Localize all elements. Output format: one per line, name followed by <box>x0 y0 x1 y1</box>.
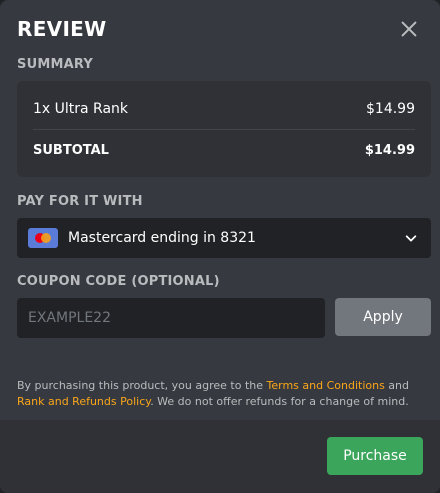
summary-box: 1x Ultra Rank $14.99 SUBTOTAL $14.99 <box>17 81 431 177</box>
review-modal: REVIEW SUMMARY 1x Ultra Rank $14.99 SUBT… <box>0 0 440 493</box>
subtotal-row: SUBTOTAL $14.99 <box>33 139 415 161</box>
purchase-button[interactable]: Purchase <box>327 437 423 475</box>
subtotal-label: SUBTOTAL <box>33 142 109 158</box>
payment-method-select[interactable]: Mastercard ending in 8321 <box>17 218 431 258</box>
close-icon <box>401 21 417 37</box>
coupon-label: COUPON CODE (OPTIONAL) <box>17 274 220 289</box>
summary-label: SUMMARY <box>17 57 93 72</box>
apply-button[interactable]: Apply <box>335 298 431 336</box>
summary-item-row: 1x Ultra Rank $14.99 <box>33 98 415 120</box>
close-button[interactable] <box>398 18 420 40</box>
modal-footer: Purchase <box>0 420 440 493</box>
modal-header: REVIEW <box>17 16 424 42</box>
modal-title: REVIEW <box>17 17 107 41</box>
subtotal-value: $14.99 <box>364 142 415 158</box>
payment-method-text: Mastercard ending in 8321 <box>68 230 256 246</box>
payment-label: PAY FOR IT WITH <box>17 194 143 209</box>
mastercard-icon <box>28 228 58 248</box>
legal-text: By purchasing this product, you agree to… <box>17 379 410 408</box>
chevron-down-icon <box>404 231 418 245</box>
item-price: $14.99 <box>366 101 415 117</box>
terms-link[interactable]: Terms and Conditions <box>267 379 385 392</box>
coupon-input[interactable] <box>17 298 325 338</box>
summary-divider <box>33 129 415 130</box>
item-name: 1x Ultra Rank <box>33 101 129 117</box>
refunds-policy-link[interactable]: Rank and Refunds Policy <box>17 395 150 408</box>
